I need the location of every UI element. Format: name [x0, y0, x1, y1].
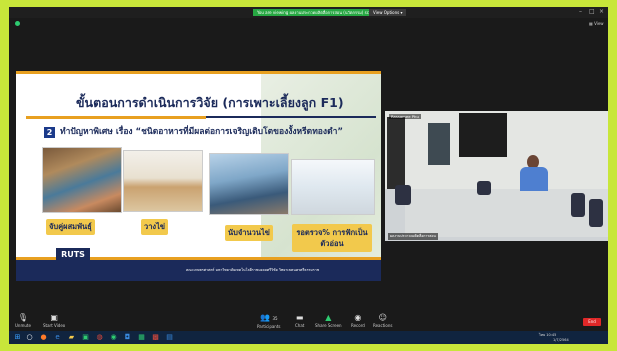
- record-button[interactable]: ◉ Record: [351, 313, 365, 328]
- maximize-icon[interactable]: □: [589, 8, 595, 16]
- firefox-icon[interactable]: ●: [39, 333, 48, 342]
- line-icon[interactable]: ◉: [109, 333, 118, 342]
- video-window: [428, 123, 450, 165]
- reactions-icon: ☺: [378, 313, 387, 322]
- unmute-label: Unmute: [15, 323, 31, 328]
- chat-icon: ▬: [295, 313, 304, 322]
- video-chair: [589, 199, 603, 227]
- video-board: [459, 113, 507, 157]
- meeting-controls: 🎙 Unmute ▣ Start Video 👥 35 Participants…: [9, 313, 608, 331]
- ruts-logo: RUTS: [56, 248, 90, 262]
- title-underline-secondary: [206, 116, 376, 118]
- photo-label-pairing: จับคู่ผสมพันธุ์: [46, 219, 95, 235]
- video-chair: [395, 185, 411, 205]
- video-door: [387, 117, 405, 189]
- clock-date: 1/7/2564: [553, 337, 569, 342]
- video-chair: [477, 181, 491, 195]
- photo-label-egg-laying: วางไข่: [141, 219, 168, 235]
- view-button[interactable]: ▦ View: [589, 21, 604, 26]
- participants-label: Participants: [257, 324, 281, 329]
- participants-icon: 👥 35: [259, 313, 278, 322]
- view-label: View: [594, 21, 604, 26]
- title-underline: [26, 116, 206, 119]
- edge-icon[interactable]: e: [53, 333, 62, 342]
- windows-taskbar: ⊞ ○ ● e ▰ ▣ ◍ ◉ ◘ ▦ ▩ ▤ ไทย 10:45 1/7/25…: [9, 331, 608, 344]
- participant-name-top: Rassamee Phu: [389, 114, 421, 119]
- chat-button[interactable]: ▬ Chat: [295, 313, 304, 328]
- system-tray[interactable]: ไทย 10:45 1/7/2564: [539, 333, 569, 342]
- store-icon[interactable]: ▣: [81, 333, 90, 342]
- photo-egg-laying: [123, 150, 203, 212]
- shared-slide: ขั้นตอนการดำเนินการวิจัย (การเพาะเลี้ยงล…: [16, 71, 381, 281]
- record-label: Record: [351, 323, 365, 328]
- photo-egg-counting: [209, 153, 289, 215]
- photo-hatching: [291, 159, 375, 215]
- photo-label-egg-counting: นับจำนวนไข่: [225, 225, 273, 241]
- unmute-button[interactable]: 🎙 Unmute: [15, 313, 31, 328]
- language-indicator[interactable]: ไทย: [539, 333, 545, 337]
- slide-footer-text: คณะเกษตรศาสตร์ มหาวิทยาลัยเทคโนโลยีราชมง…: [186, 268, 320, 272]
- participants-count: 35: [272, 316, 278, 321]
- share-screen-label: Share Screen: [315, 323, 342, 328]
- minimize-icon[interactable]: –: [579, 8, 582, 16]
- share-banner: You are viewing ผลงานประกวดผลิตสื่อการสอ…: [253, 9, 382, 16]
- video-person-body: [520, 167, 548, 191]
- step-number-badge: 2: [44, 127, 55, 138]
- share-screen-button[interactable]: ▲ Share Screen: [315, 313, 342, 328]
- word-icon[interactable]: ▤: [165, 333, 174, 342]
- zoom-icon[interactable]: ◘: [123, 333, 132, 342]
- zoom-window: You are viewing ผลงานประกวดผลิตสื่อการสอ…: [9, 7, 608, 344]
- slide-top-stripe: [16, 71, 381, 74]
- search-icon[interactable]: ○: [25, 333, 34, 342]
- excel-icon[interactable]: ▦: [137, 333, 146, 342]
- photo-label-hatching: รอตรวจ% การฟักเป็นตัวอ่อน: [292, 224, 372, 252]
- windows-start-icon[interactable]: ⊞: [13, 333, 22, 342]
- step-text: ทำปัญหาพิเศษ เรื่อง “ชนิดอาหารที่มีผลต่อ…: [60, 127, 343, 137]
- video-camera-icon: ▣: [50, 313, 58, 322]
- encryption-shield-icon[interactable]: [15, 21, 20, 26]
- participant-video[interactable]: Rassamee Phu ผลงานประกวดผลิตสื่อการสอน: [385, 111, 608, 241]
- view-options-button[interactable]: View Options ▾: [369, 9, 407, 16]
- reactions-label: Reactions: [373, 323, 393, 328]
- chrome-icon[interactable]: ◍: [95, 333, 104, 342]
- chat-label: Chat: [295, 323, 305, 328]
- share-screen-icon: ▲: [325, 313, 332, 322]
- powerpoint-icon[interactable]: ▩: [151, 333, 160, 342]
- start-video-label: Start Video: [43, 323, 66, 328]
- start-video-button[interactable]: ▣ Start Video: [43, 313, 65, 328]
- microphone-muted-icon: 🎙: [17, 313, 29, 322]
- photo-pairing: [42, 147, 122, 213]
- title-bar: You are viewing ผลงานประกวดผลิตสื่อการสอ…: [9, 7, 608, 18]
- end-meeting-button[interactable]: End: [583, 318, 601, 326]
- record-icon: ◉: [354, 313, 362, 322]
- participant-name-tag: ผลงานประกวดผลิตสื่อการสอน: [388, 233, 438, 240]
- clock-time: 10:45: [546, 333, 557, 337]
- slide-title: ขั้นตอนการดำเนินการวิจัย (การเพาะเลี้ยงล…: [76, 95, 344, 110]
- participants-button[interactable]: 👥 35 Participants: [257, 313, 281, 329]
- video-chair: [571, 193, 585, 217]
- file-explorer-icon[interactable]: ▰: [67, 333, 76, 342]
- close-icon[interactable]: ×: [599, 8, 604, 16]
- reactions-button[interactable]: ☺ Reactions: [373, 313, 392, 328]
